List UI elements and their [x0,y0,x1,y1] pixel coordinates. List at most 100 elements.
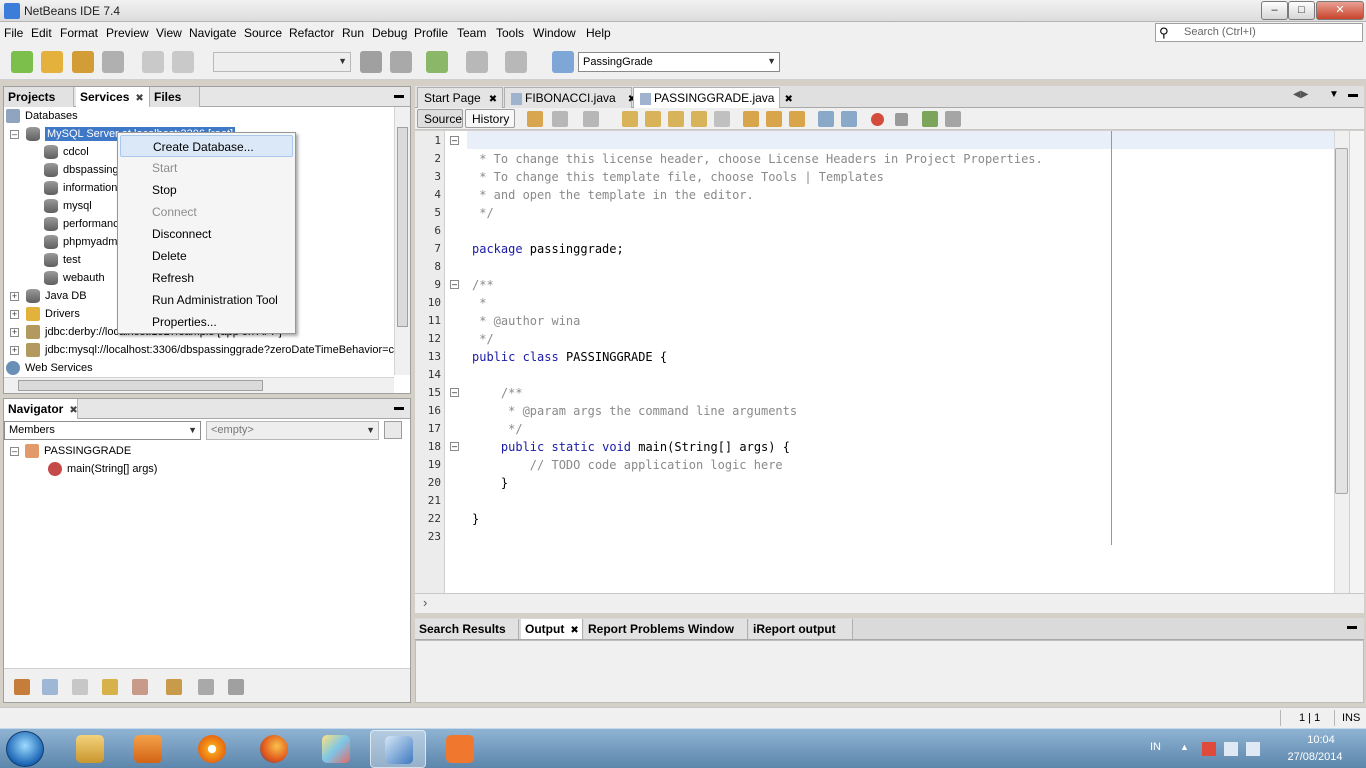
menu-view[interactable]: View [156,26,182,40]
taskbar-paint[interactable] [308,730,364,768]
tree-java-db[interactable]: Java DB [26,287,87,305]
menu-item-refresh[interactable]: Refresh [120,267,293,289]
menu-preview[interactable]: Preview [106,26,149,40]
show-inherited-icon[interactable] [102,679,118,695]
tree-db-item[interactable]: test [44,251,81,269]
scroll-tabs-left-icon[interactable]: ◀▶ [1293,89,1308,100]
menu-profile[interactable]: Profile [414,26,448,40]
taskbar-netbeans[interactable] [370,730,426,768]
navigator-options-icon[interactable] [384,421,402,439]
action-center-icon[interactable] [1202,742,1216,756]
clock-date[interactable]: 27/08/2014 [1280,751,1350,763]
menu-debug[interactable]: Debug [372,26,407,40]
tab-files[interactable]: Files [150,87,200,107]
close-tab-icon[interactable]: ✖ [135,93,143,104]
shift-left-icon[interactable] [818,111,834,127]
tab-start-page[interactable]: Start Page ✖ [417,87,503,108]
language-indicator[interactable]: IN [1150,741,1161,753]
fold-toggle-icon[interactable]: – [450,388,459,397]
minimize-panel-icon[interactable]: ▬ [394,402,404,413]
members-filter-select[interactable]: Members ▼ [4,421,201,440]
menu-source[interactable]: Source [244,26,282,40]
menu-format[interactable]: Format [60,26,98,40]
tab-services[interactable]: Services ✖ [76,87,150,107]
menu-edit[interactable]: Edit [31,26,52,40]
show-non-public-icon[interactable] [132,679,148,695]
back-icon[interactable] [552,111,568,127]
navigator-method-node[interactable]: main(String[] args) [48,460,157,478]
menu-navigate[interactable]: Navigate [189,26,236,40]
clean-build-icon[interactable] [390,51,412,73]
close-tab-icon[interactable]: ✖ [784,94,792,105]
close-button[interactable]: ✕ [1316,1,1364,20]
tab-output[interactable]: Output ✖ [521,619,583,639]
menu-window[interactable]: Window [533,26,576,40]
rectangular-select-icon[interactable] [714,111,730,127]
network-icon[interactable] [1224,742,1238,756]
run-icon[interactable] [426,51,448,73]
fold-toggle-icon[interactable]: – [450,280,459,289]
expand-icon[interactable]: + [10,310,19,319]
menu-refactor[interactable]: Refactor [289,26,334,40]
tree-horizontal-scrollbar[interactable] [4,377,394,393]
tab-ireport-output[interactable]: iReport output [749,619,853,639]
forward-icon[interactable] [583,111,599,127]
scrollbar-thumb[interactable] [18,380,263,391]
menu-item-stop[interactable]: Stop [120,179,293,201]
navigator-class-node[interactable]: PASSINGGRADE [25,442,131,460]
sort-by-name-icon[interactable] [228,679,244,695]
toggle-highlight-icon[interactable] [691,111,707,127]
source-button[interactable]: Source [417,109,463,128]
clock-time[interactable]: 10:04 [1296,734,1346,746]
show-inner-icon[interactable] [166,679,182,695]
close-tab-icon[interactable]: ✖ [489,94,497,105]
find-next-icon[interactable] [668,111,684,127]
menu-item-disconnect[interactable]: Disconnect [120,223,293,245]
tab-fibonacci[interactable]: FIBONACCI.java ✖ [504,87,636,108]
minimize-button[interactable]: – [1261,1,1288,20]
show-opened-documents-icon[interactable]: ▼ [1329,89,1339,100]
previous-bookmark-icon[interactable] [743,111,759,127]
tree-connection-mysql[interactable]: jdbc:mysql://localhost:3306/dbspassinggr… [26,341,396,359]
new-file-icon[interactable] [11,51,33,73]
menu-run[interactable]: Run [342,26,364,40]
start-button[interactable] [6,731,44,767]
minimize-panel-icon[interactable]: ▬ [394,90,404,101]
expand-icon[interactable]: + [10,346,19,355]
menu-item-connect[interactable]: Connect [120,201,293,223]
tab-navigator[interactable]: Navigator ✖ [4,399,78,419]
tree-web-services[interactable]: Web Services [6,359,93,377]
start-macro-icon[interactable] [871,113,884,126]
taskbar-chrome[interactable] [184,730,240,768]
comment-icon[interactable] [922,111,938,127]
history-button[interactable]: History [465,109,515,128]
tree-db-item[interactable]: phpmyadmin [44,233,126,251]
expand-breadcrumb-icon[interactable]: › [423,595,427,610]
taskbar-media-player[interactable] [120,730,176,768]
uncomment-icon[interactable] [945,111,961,127]
tree-db-item[interactable]: webauth [44,269,105,287]
close-tab-icon[interactable]: ✖ [570,625,578,636]
menu-item-delete[interactable]: Delete [120,245,293,267]
code-area[interactable]: /* * To change this license header, choo… [467,131,1335,593]
shift-right-icon[interactable] [841,111,857,127]
search-box[interactable]: ⚲ Search (Ctrl+I) [1155,23,1363,42]
taskbar-xampp[interactable] [432,730,488,768]
scrollbar-thumb[interactable] [1335,148,1348,494]
undo-icon[interactable] [142,51,164,73]
tab-projects[interactable]: Projects [4,87,74,107]
menu-file[interactable]: File [4,26,23,40]
show-static-icon[interactable] [72,679,88,695]
scrollbar-thumb[interactable] [397,127,408,327]
filter-icon[interactable] [14,679,30,695]
build-hammer-icon[interactable] [360,51,382,73]
next-bookmark-icon[interactable] [766,111,782,127]
find-previous-icon[interactable] [645,111,661,127]
menu-item-create-database[interactable]: Create Database... [120,135,293,157]
tab-search-results[interactable]: Search Results [415,619,519,639]
tree-db-item[interactable]: mysql [44,197,92,215]
collapse-icon[interactable]: – [10,130,19,139]
debug-icon[interactable] [466,51,488,73]
collapse-icon[interactable]: – [10,447,19,456]
redo-icon[interactable] [172,51,194,73]
